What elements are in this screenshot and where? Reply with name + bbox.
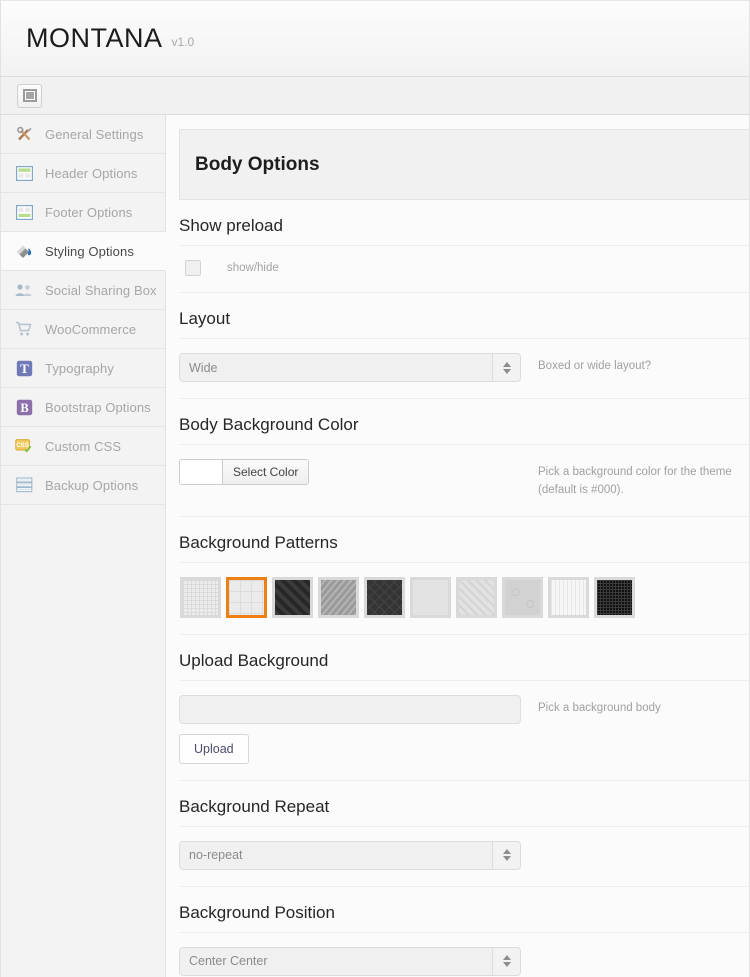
chevron-updown-icon[interactable] <box>492 354 520 381</box>
tools-icon <box>15 125 33 143</box>
options-panel: Body Options Show preload show/hide Layo… <box>166 115 750 977</box>
pattern-swatch-zigzag-gray[interactable] <box>318 577 359 618</box>
field-row-background-patterns <box>179 563 749 635</box>
field-row-show-preload: show/hide <box>179 246 749 293</box>
sidebar: General Settings Header Options <box>0 115 166 977</box>
field-title-layout: Layout <box>179 293 749 339</box>
pattern-swatch-diagonal-dark[interactable] <box>272 577 313 618</box>
layout-select-value: Wide <box>189 361 217 375</box>
toolbar <box>0 77 750 115</box>
chevron-updown-icon[interactable] <box>492 948 520 975</box>
upload-background-description: Pick a background body <box>521 695 661 718</box>
panel-toggle-button[interactable] <box>17 84 42 108</box>
css-icon: CSS <box>15 437 33 455</box>
pattern-swatch-graph-paper[interactable] <box>226 577 267 618</box>
bootstrap-icon: B <box>15 398 33 416</box>
sidebar-item-typography[interactable]: T Typography <box>1 349 165 388</box>
background-position-value: Center Center <box>189 954 268 968</box>
pattern-swatch-swirl-gray[interactable] <box>502 577 543 618</box>
field-row-upload-background: Upload Pick a background body <box>179 681 749 781</box>
color-swatch <box>180 460 223 484</box>
layout-description: Boxed or wide layout? <box>521 353 651 376</box>
background-repeat-control: no-repeat <box>179 841 521 870</box>
svg-text:CSS: CSS <box>16 442 29 449</box>
field-title-show-preload: Show preload <box>179 200 749 246</box>
select-color-label: Select Color <box>223 460 308 484</box>
field-title-upload-background: Upload Background <box>179 635 749 681</box>
sidebar-item-header-options[interactable]: Header Options <box>1 154 165 193</box>
pattern-swatch-grid-black[interactable] <box>594 577 635 618</box>
background-position-select[interactable]: Center Center <box>179 947 521 976</box>
content-shell: General Settings Header Options <box>0 115 750 977</box>
sidebar-item-label: Bootstrap Options <box>45 400 151 415</box>
background-repeat-select[interactable]: no-repeat <box>179 841 521 870</box>
show-preload-checkbox[interactable] <box>185 260 201 276</box>
field-title-body-background-color: Body Background Color <box>179 399 749 445</box>
panel-header: Body Options <box>179 129 750 200</box>
sidebar-item-woocommerce[interactable]: WooCommerce <box>1 310 165 349</box>
background-position-control: Center Center <box>179 947 521 976</box>
brand-version: v1.0 <box>172 35 195 49</box>
pattern-swatch-grid-light[interactable] <box>180 577 221 618</box>
paint-can-icon <box>15 242 33 260</box>
sidebar-item-general-settings[interactable]: General Settings <box>1 115 165 154</box>
pattern-swatch-vertical-lines[interactable] <box>548 577 589 618</box>
sidebar-item-label: Social Sharing Box <box>45 283 157 298</box>
field-row-layout: Wide Boxed or wide layout? <box>179 339 749 399</box>
body-background-color-description: Pick a background color for the theme (d… <box>521 459 749 500</box>
sidebar-item-label: Custom CSS <box>45 439 121 454</box>
brand-title: MONTANA <box>26 25 163 52</box>
sidebar-item-label: Backup Options <box>45 478 138 493</box>
field-row-background-position: Center Center <box>179 933 749 977</box>
sidebar-item-label: General Settings <box>45 127 143 142</box>
show-preload-control: show/hide <box>179 260 521 276</box>
panel-icon <box>23 89 37 102</box>
background-pattern-list <box>179 577 635 618</box>
brand-bar: MONTANA v1.0 <box>0 0 750 77</box>
field-row-body-background-color: Select Color Pick a background color for… <box>179 445 749 517</box>
typography-icon: T <box>15 359 33 377</box>
sidebar-item-bootstrap-options[interactable]: B Bootstrap Options <box>1 388 165 427</box>
select-color-button[interactable]: Select Color <box>179 459 309 485</box>
field-title-background-repeat: Background Repeat <box>179 781 749 827</box>
svg-text:B: B <box>20 401 28 415</box>
layout-select[interactable]: Wide <box>179 353 521 382</box>
theme-options-page: MONTANA v1.0 General Settings <box>0 0 750 977</box>
layout-control: Wide <box>179 353 521 382</box>
sidebar-item-label: WooCommerce <box>45 322 136 337</box>
upload-button[interactable]: Upload <box>179 734 249 764</box>
pattern-swatch-diamond-dark[interactable] <box>364 577 405 618</box>
svg-text:T: T <box>20 361 29 376</box>
background-repeat-value: no-repeat <box>189 848 243 862</box>
sidebar-item-styling-options[interactable]: Styling Options <box>1 232 166 271</box>
sidebar-item-backup-options[interactable]: Backup Options <box>1 466 165 505</box>
upload-background-input[interactable] <box>179 695 521 724</box>
sidebar-item-custom-css[interactable]: CSS Custom CSS <box>1 427 165 466</box>
field-title-background-patterns: Background Patterns <box>179 517 749 563</box>
users-icon <box>15 281 33 299</box>
sidebar-item-label: Typography <box>45 361 114 376</box>
header-icon <box>15 164 33 182</box>
upload-background-control: Upload <box>179 695 521 764</box>
cart-icon <box>15 320 33 338</box>
pattern-swatch-plain-light[interactable] <box>410 577 451 618</box>
backup-icon <box>15 476 33 494</box>
show-preload-checkbox-label: show/hide <box>227 262 279 274</box>
sidebar-item-social-sharing-box[interactable]: Social Sharing Box <box>1 271 165 310</box>
sidebar-item-footer-options[interactable]: Footer Options <box>1 193 165 232</box>
field-row-background-repeat: no-repeat <box>179 827 749 887</box>
body-background-color-control: Select Color <box>179 459 521 489</box>
sidebar-item-label: Footer Options <box>45 205 132 220</box>
pattern-swatch-diagonal-light[interactable] <box>456 577 497 618</box>
footer-icon <box>15 203 33 221</box>
chevron-updown-icon[interactable] <box>492 842 520 869</box>
sidebar-item-label: Styling Options <box>45 244 134 259</box>
sidebar-item-label: Header Options <box>45 166 137 181</box>
field-title-background-position: Background Position <box>179 887 749 933</box>
page-title: Body Options <box>195 154 320 176</box>
